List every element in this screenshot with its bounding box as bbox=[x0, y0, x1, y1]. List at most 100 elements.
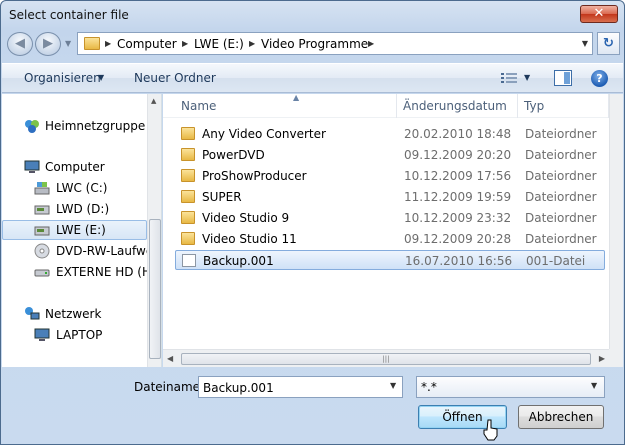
dvd-drive-icon bbox=[34, 243, 50, 259]
command-bar: Organisieren ▼ Neuer Ordner ▼ ? bbox=[2, 63, 623, 93]
file-name: ProShowProducer bbox=[202, 169, 307, 183]
title-bar[interactable]: Select container file ✕ bbox=[1, 1, 624, 29]
views-dropdown-icon[interactable]: ▼ bbox=[524, 73, 530, 82]
file-row[interactable]: SUPER 11.12.2009 19:59 Dateiordner bbox=[175, 187, 605, 207]
nav-item-homegroup[interactable]: Heimnetzgruppe bbox=[2, 116, 147, 136]
preview-pane-icon[interactable] bbox=[554, 70, 572, 86]
recent-locations-dropdown[interactable]: ▼ bbox=[65, 37, 75, 51]
nav-label: LWE (E:) bbox=[56, 223, 106, 237]
breadcrumb-folder[interactable]: Video Programme bbox=[261, 37, 368, 51]
address-bar[interactable]: ▶ Computer ▶ LWE (E:) ▶ Video Programme … bbox=[77, 32, 593, 55]
filename-input[interactable] bbox=[198, 376, 403, 398]
column-header-name[interactable]: Name ▲ bbox=[175, 94, 397, 118]
homegroup-icon bbox=[25, 120, 39, 133]
file-type: 001-Datei bbox=[526, 254, 586, 268]
breadcrumb-separator-icon[interactable]: ▶ bbox=[182, 37, 188, 51]
folder-icon bbox=[181, 148, 195, 161]
file-date: 10.12.2009 23:32 bbox=[404, 211, 512, 225]
views-icon[interactable] bbox=[501, 72, 517, 85]
close-icon: ✕ bbox=[593, 6, 605, 21]
file-row[interactable]: Any Video Converter 20.02.2010 18:48 Dat… bbox=[175, 124, 605, 144]
filter-dropdown-icon[interactable]: ▼ bbox=[591, 381, 597, 390]
filename-label: Dateiname: bbox=[134, 380, 205, 394]
file-list-pane: Name ▲ Änderungsdatum Typ Any Video Conv… bbox=[163, 94, 623, 367]
file-row[interactable]: ProShowProducer 10.12.2009 17:56 Dateior… bbox=[175, 166, 605, 186]
file-icon bbox=[182, 254, 196, 267]
drive-icon bbox=[34, 226, 50, 236]
column-header-type[interactable]: Typ bbox=[518, 94, 609, 118]
arrow-left-icon: ◀ bbox=[15, 36, 25, 51]
file-name: Backup.001 bbox=[203, 254, 274, 268]
back-button[interactable]: ◀ bbox=[7, 32, 33, 56]
breadcrumb-drive[interactable]: LWE (E:) bbox=[194, 37, 244, 51]
nav-label: Heimnetzgruppe bbox=[45, 119, 146, 133]
file-type-filter-select[interactable]: *.* bbox=[416, 376, 605, 398]
horizontal-scroll-thumb[interactable]: ||| bbox=[181, 353, 591, 365]
dialog-window: Select container file ✕ ◀ ▶ ▼ ▶ Computer… bbox=[0, 0, 625, 445]
file-type: Dateiordner bbox=[525, 148, 597, 162]
nav-item-dvd[interactable]: DVD-RW-Laufwerk bbox=[2, 241, 147, 261]
column-label: Änderungsdatum bbox=[403, 99, 507, 113]
nav-item-drive-e[interactable]: LWE (E:) bbox=[2, 220, 147, 240]
file-type: Dateiordner bbox=[525, 169, 597, 183]
breadcrumb-separator-icon[interactable]: ▶ bbox=[105, 37, 111, 51]
file-name: Any Video Converter bbox=[202, 127, 326, 141]
file-row[interactable]: PowerDVD 09.12.2009 20:20 Dateiordner bbox=[175, 145, 605, 165]
folder-icon bbox=[181, 127, 195, 140]
nav-scroll-thumb[interactable] bbox=[149, 219, 161, 359]
cancel-button[interactable]: Abbrechen bbox=[518, 405, 604, 429]
file-name: Video Studio 11 bbox=[202, 232, 297, 246]
file-date: 09.12.2009 20:28 bbox=[404, 232, 512, 246]
external-drive-icon bbox=[34, 269, 50, 277]
address-row: ◀ ▶ ▼ ▶ Computer ▶ LWE (E:) ▶ Video Prog… bbox=[5, 31, 620, 57]
file-list-vertical-scrollbar[interactable] bbox=[609, 94, 623, 349]
network-icon bbox=[25, 307, 40, 320]
nav-item-external-hd[interactable]: EXTERNE HD (H:) bbox=[2, 262, 147, 282]
file-date: 10.12.2009 17:56 bbox=[404, 169, 512, 183]
drive-icon bbox=[34, 205, 50, 215]
folder-icon bbox=[181, 169, 195, 182]
navigation-pane: Heimnetzgruppe Computer LWC (C:) LWD (D:… bbox=[2, 94, 162, 367]
file-list-horizontal-scrollbar[interactable]: ◀ ||| ▶ bbox=[163, 349, 609, 367]
file-type: Dateiordner bbox=[525, 127, 597, 141]
filename-dropdown-icon[interactable]: ▼ bbox=[390, 381, 396, 390]
file-name: Video Studio 9 bbox=[202, 211, 290, 225]
breadcrumb-computer[interactable]: Computer bbox=[117, 37, 177, 51]
close-button[interactable]: ✕ bbox=[580, 5, 618, 23]
nav-scrollbar[interactable]: ▲ bbox=[147, 94, 161, 367]
scroll-left-icon[interactable]: ◀ bbox=[167, 354, 173, 363]
folder-icon bbox=[181, 190, 195, 203]
scroll-up-icon[interactable]: ▲ bbox=[151, 97, 156, 105]
column-header-date[interactable]: Änderungsdatum bbox=[397, 94, 518, 118]
file-row[interactable]: Video Studio 9 10.12.2009 23:32 Dateiord… bbox=[175, 208, 605, 228]
scrollbar-corner bbox=[609, 349, 623, 367]
file-date: 20.02.2010 18:48 bbox=[404, 127, 512, 141]
forward-button[interactable]: ▶ bbox=[35, 32, 61, 56]
mouse-cursor-icon bbox=[483, 419, 498, 441]
organize-button[interactable]: Organisieren bbox=[24, 71, 101, 85]
chevron-down-icon[interactable]: ▼ bbox=[98, 73, 104, 82]
file-row[interactable]: Video Studio 11 09.12.2009 20:28 Dateior… bbox=[175, 229, 605, 249]
file-date: 16.07.2010 16:56 bbox=[405, 254, 513, 268]
file-name: SUPER bbox=[202, 190, 242, 204]
nav-label: DVD-RW-Laufwerk bbox=[56, 244, 147, 258]
address-dropdown-icon[interactable]: ▼ bbox=[582, 37, 588, 51]
window-title: Select container file bbox=[9, 8, 129, 22]
nav-item-computer[interactable]: Computer bbox=[2, 157, 147, 177]
nav-label: LAPTOP bbox=[56, 328, 103, 342]
nav-label: Computer bbox=[45, 160, 105, 174]
breadcrumb-separator-icon[interactable]: ▶ bbox=[249, 37, 255, 51]
nav-label: LWD (D:) bbox=[56, 202, 110, 216]
file-type: Dateiordner bbox=[525, 232, 597, 246]
nav-item-drive-c[interactable]: LWC (C:) bbox=[2, 178, 147, 198]
column-label: Typ bbox=[524, 99, 545, 113]
breadcrumb-separator-icon[interactable]: ▶ bbox=[368, 37, 374, 51]
refresh-button[interactable]: ↻ bbox=[597, 32, 620, 55]
file-row-selected[interactable]: Backup.001 16.07.2010 16:56 001-Datei bbox=[175, 250, 605, 270]
help-icon[interactable]: ? bbox=[591, 70, 608, 87]
nav-item-drive-d[interactable]: LWD (D:) bbox=[2, 199, 147, 219]
new-folder-button[interactable]: Neuer Ordner bbox=[134, 71, 216, 85]
nav-item-laptop[interactable]: LAPTOP bbox=[2, 325, 147, 345]
nav-item-network[interactable]: Netzwerk bbox=[2, 304, 147, 324]
scroll-right-icon[interactable]: ▶ bbox=[599, 354, 605, 363]
